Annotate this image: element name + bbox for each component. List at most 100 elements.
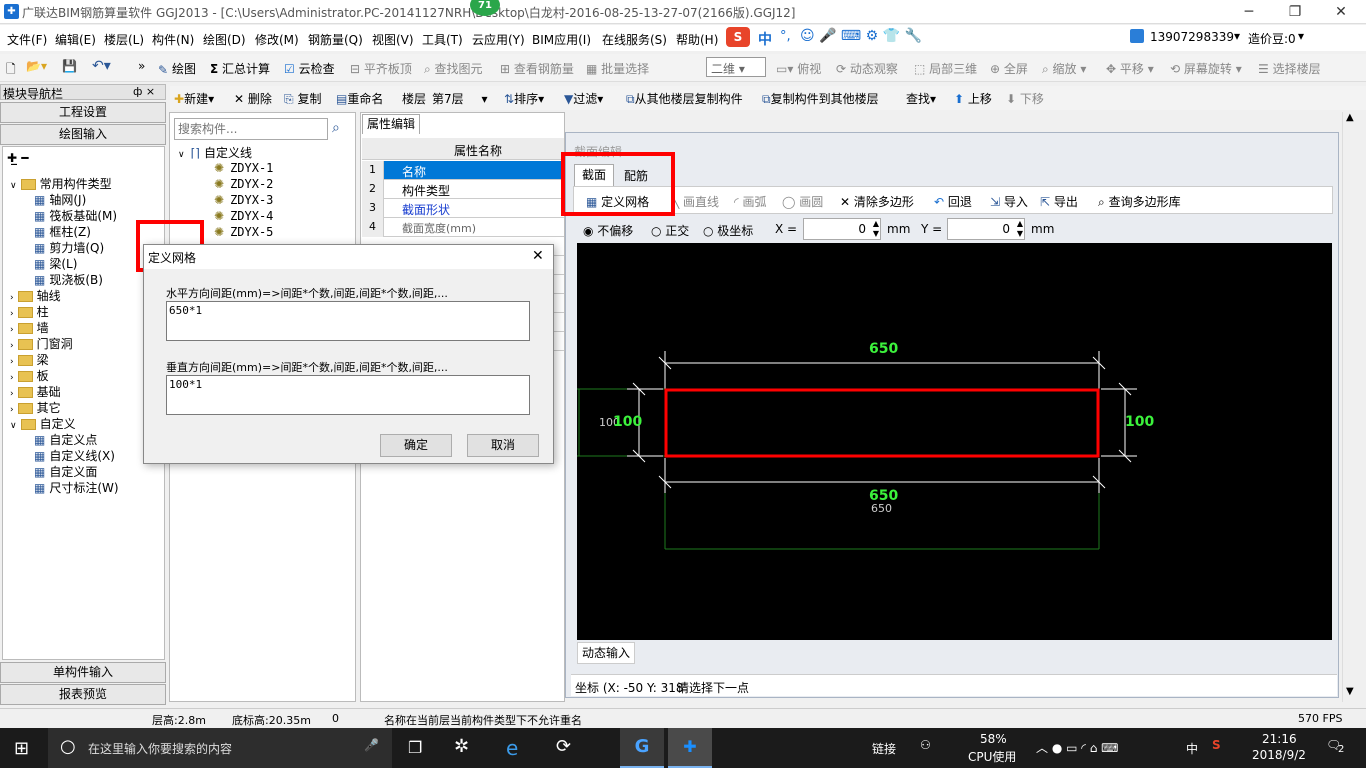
copy-to-floor-button[interactable]: ⧉复制构件到其他楼层	[762, 90, 879, 107]
new-button[interactable]: ✚新建▾	[174, 90, 214, 107]
chevron-down-icon[interactable]: ∨	[10, 421, 17, 431]
single-input-button[interactable]: 单构件输入	[0, 662, 166, 683]
dynamic-view-button[interactable]: ⟳ 动态观察	[836, 60, 898, 77]
nav-tree-item[interactable]: › 板	[10, 367, 49, 384]
cancel-button[interactable]: 取消	[467, 434, 539, 457]
polar-radio[interactable]: ○ 极坐标	[703, 222, 753, 239]
find-elem-button[interactable]: ⌕ 查找图元	[424, 60, 483, 77]
clear-polygon-button[interactable]: ✕ 清除多边形	[840, 193, 914, 210]
flat-top-button[interactable]: ⊟ 平齐板顶	[350, 60, 412, 77]
drawing-canvas[interactable]: 650 650 650 100 100 100	[577, 243, 1332, 640]
chevron-right-icon[interactable]: ›	[10, 325, 14, 335]
component-item[interactable]: ✺ ZDYX-1	[214, 161, 273, 175]
dialog-close-button[interactable]: ✕	[532, 248, 544, 264]
clock-date[interactable]: 2018/9/2	[1252, 748, 1306, 762]
close-button[interactable]: ✕	[1318, 0, 1364, 24]
batch-select-button[interactable]: ▦ 批量选择	[586, 60, 649, 77]
menu-item[interactable]: 工具(T)	[422, 31, 463, 48]
ortho-radio[interactable]: ○ 正交	[651, 222, 689, 239]
filter-button[interactable]: ▼过滤▾	[564, 90, 603, 107]
chevron-right-icon[interactable]: ›	[10, 373, 14, 383]
scroll-up-icon[interactable]: ▲	[1346, 112, 1354, 123]
find-button[interactable]: 查找▾	[906, 90, 936, 107]
dynamic-input-tab[interactable]: 动态输入	[577, 642, 635, 664]
chevron-down-icon[interactable]: ∨	[10, 181, 17, 191]
local-3d-button[interactable]: ⬚ 局部三维	[914, 60, 977, 77]
menu-item[interactable]: 在线服务(S)	[602, 31, 667, 48]
nav-tree-item[interactable]: › 基础	[10, 383, 61, 400]
app-icon[interactable]: ⟳	[556, 736, 571, 757]
nav-tree-item[interactable]: ▦ 剪力墙(Q)	[34, 239, 104, 256]
property-row[interactable]: 4 截面宽度(mm)	[362, 218, 564, 237]
more-icon[interactable]: »	[138, 59, 145, 73]
dropdown-icon[interactable]: ▾	[1234, 29, 1240, 43]
component-root[interactable]: ∨ ⌈⌉ 自定义线	[178, 144, 252, 161]
people-icon[interactable]: ⚇	[920, 738, 931, 752]
chevron-right-icon[interactable]: ›	[10, 389, 14, 399]
nav-tree-item[interactable]: ▦ 轴网(J)	[34, 191, 86, 208]
taskbar-search[interactable]: ○ 在这里输入你要搜索的内容 🎤	[48, 728, 392, 768]
nav-tree-item[interactable]: › 墙	[10, 319, 49, 336]
nav-tree-item[interactable]: › 门窗洞	[10, 335, 73, 352]
menu-item[interactable]: 楼层(L)	[104, 31, 144, 48]
save-icon[interactable]: 💾	[62, 59, 77, 73]
nav-tree-item[interactable]: ▦ 自定义线(X)	[34, 447, 115, 464]
nav-tree-item[interactable]: › 梁	[10, 351, 49, 368]
bean-dropdown-icon[interactable]: ▾	[1298, 29, 1304, 43]
nav-tree-item[interactable]: ▦ 尺寸标注(W)	[34, 479, 119, 496]
sogou-icon[interactable]: S	[726, 27, 750, 47]
rename-button[interactable]: ▤重命名	[336, 90, 383, 107]
nav-tree-item[interactable]: ∨ 常用构件类型	[10, 175, 112, 192]
sogou-tray-icon[interactable]: S	[1212, 738, 1221, 752]
chevron-down-icon[interactable]: ∨	[178, 150, 185, 160]
menu-item[interactable]: 视图(V)	[372, 31, 414, 48]
component-item[interactable]: ✺ ZDYX-5	[214, 225, 273, 239]
floor-select[interactable]: 第7层 ▾	[432, 90, 492, 107]
screen-rotate-button[interactable]: ⟲ 屏幕旋转 ▾	[1170, 60, 1242, 77]
import-button[interactable]: ⇲ 导入	[990, 193, 1028, 210]
copy-from-floor-button[interactable]: ⧉从其他楼层复制构件	[626, 90, 743, 107]
component-item[interactable]: ✺ ZDYX-4	[214, 209, 273, 223]
property-tab[interactable]: 属性编辑	[362, 114, 420, 134]
cloud-check-button[interactable]: ☑ 云检查	[284, 60, 335, 77]
draw-input-button[interactable]: 绘图输入	[0, 124, 166, 145]
component-item[interactable]: ✺ ZDYX-2	[214, 177, 273, 191]
polygon-library-button[interactable]: ⌕ 查询多边形库	[1098, 193, 1181, 210]
link-label[interactable]: 链接	[872, 740, 896, 757]
chevron-right-icon[interactable]: ›	[10, 405, 14, 415]
zoom-button[interactable]: ⌕ 缩放 ▾	[1042, 60, 1086, 77]
nav-tree-item[interactable]: ▦ 梁(L)	[34, 255, 77, 272]
sort-button[interactable]: ⇅排序▾	[504, 90, 544, 107]
report-preview-button[interactable]: 报表预览	[0, 684, 166, 705]
menu-item[interactable]: 绘图(D)	[203, 31, 246, 48]
top-view-button[interactable]: ▭▾ 俯视	[776, 60, 821, 77]
search-icon[interactable]: ⌕	[332, 120, 340, 136]
chevron-right-icon[interactable]: ›	[10, 293, 14, 303]
menu-item[interactable]: 修改(M)	[255, 31, 299, 48]
vertical-spacing-input[interactable]	[166, 375, 530, 415]
menu-item[interactable]: 帮助(H)	[676, 31, 718, 48]
view-rebar-button[interactable]: ⊞ 查看钢筋量	[500, 60, 574, 77]
mic-icon[interactable]: 🎤	[364, 738, 379, 752]
nav-tree-item[interactable]: ▦ 自定义面	[34, 463, 97, 480]
delete-button[interactable]: ✕ 删除	[234, 90, 272, 107]
windows-start-icon[interactable]: ⊞	[14, 738, 29, 759]
ime-punct[interactable]: °,	[780, 29, 791, 44]
move-up-button[interactable]: ⬆ 上移	[954, 90, 992, 107]
fan-app-icon[interactable]: ✲	[454, 736, 469, 757]
draw-button[interactable]: ✎ 绘图	[158, 60, 196, 77]
pan-button[interactable]: ✥ 平移 ▾	[1106, 60, 1154, 77]
property-row[interactable]: 3 截面形状	[362, 199, 564, 218]
draw-arc-button[interactable]: ◜ 画弧	[734, 193, 766, 210]
bean-count[interactable]: 造价豆:0	[1248, 30, 1296, 47]
user-phone[interactable]: 13907298339	[1150, 30, 1234, 44]
copy-button[interactable]: ⎘ 复制	[284, 90, 321, 107]
scroll-down-icon[interactable]: ▼	[1346, 686, 1354, 697]
property-row[interactable]: 2 构件类型	[362, 180, 564, 199]
sum-button[interactable]: Σ 汇总计算	[210, 60, 270, 77]
clock-time[interactable]: 21:16	[1262, 732, 1297, 746]
spinner-icon[interactable]: ▲ ▼	[873, 219, 879, 239]
ime-lang[interactable]: 中	[758, 29, 772, 49]
component-item[interactable]: ✺ ZDYX-3	[214, 193, 273, 207]
minimize-button[interactable]: ─	[1226, 0, 1272, 24]
